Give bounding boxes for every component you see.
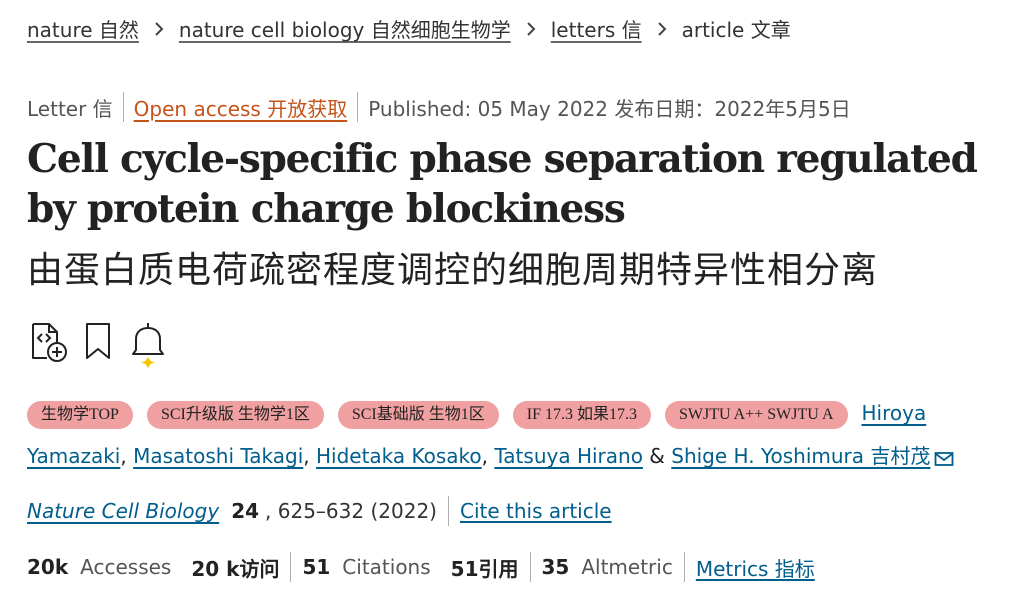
impact-factor-badge: IF 17.3 如果17.3: [512, 400, 651, 429]
divider: [290, 552, 292, 582]
article-type: Letter 信: [27, 96, 113, 121]
chevron-right-icon: [511, 18, 551, 39]
article-header: nature 自然 nature cell biology 自然细胞生物学 le…: [0, 0, 1035, 609]
author-link[interactable]: Hidetaka Kosako: [316, 444, 482, 468]
rank-badge: SCI升级版 生物学1区: [146, 400, 324, 429]
divider: [447, 496, 449, 526]
breadcrumb-letters[interactable]: letters 信: [551, 14, 642, 43]
divider: [122, 92, 124, 122]
accesses-translation: 20 k访问: [191, 556, 280, 581]
journal-link[interactable]: Nature Cell Biology: [27, 499, 219, 523]
chevron-right-icon: [642, 18, 682, 39]
chevron-right-icon: [139, 18, 179, 39]
metrics-row: 20k Accesses 20 k访问 51 Citations 51引用 35…: [27, 552, 815, 582]
author-separator: ,: [120, 444, 134, 468]
divider: [529, 552, 531, 582]
code-download-icon[interactable]: [27, 320, 71, 364]
rank-badge: SCI基础版 生物1区: [337, 400, 499, 429]
accesses-label: Accesses: [80, 555, 172, 579]
breadcrumb-current: article 文章: [681, 18, 791, 42]
author-separator: &: [642, 444, 672, 468]
volume: 24: [231, 499, 260, 523]
citations-translation: 51引用: [450, 556, 519, 581]
article-actions: [27, 320, 177, 368]
bookmark-icon[interactable]: [77, 320, 121, 364]
open-access-link[interactable]: Open access 开放获取: [134, 93, 348, 122]
author-separator: ,: [303, 444, 316, 468]
breadcrumb: nature 自然 nature cell biology 自然细胞生物学 le…: [27, 14, 791, 43]
citations-label: Citations: [342, 555, 431, 579]
article-meta: Letter 信 Open access 开放获取 Published: 05 …: [27, 92, 851, 122]
article-title-translation: 由蛋白质电荷疏密程度调控的细胞周期特异性相分离: [27, 250, 879, 291]
pages: , 625–632 (2022): [265, 499, 437, 523]
mail-icon[interactable]: [934, 439, 954, 482]
citation-row: Nature Cell Biology 24 , 625–632 (2022) …: [27, 496, 612, 526]
published-date: Published: 05 May 2022 发布日期：2022年5月5日: [368, 96, 851, 121]
authors-block: 生物学TOP SCI升级版 生物学1区 SCI基础版 生物1区 IF 17.3 如果1…: [27, 392, 1017, 482]
divider: [683, 552, 685, 582]
author-link[interactable]: Shige H. Yoshimura 吉村茂: [671, 444, 930, 468]
author-link[interactable]: Tatsuya Hirano: [494, 444, 643, 468]
accesses-value: 20k: [27, 555, 69, 579]
altmetric-value: 35: [541, 555, 570, 579]
breadcrumb-nature-cell-biology[interactable]: nature cell biology 自然细胞生物学: [179, 14, 511, 43]
citations-value: 51: [302, 555, 331, 579]
author-separator: ,: [481, 444, 495, 468]
divider: [357, 92, 359, 122]
article-title: Cell cycle-specific phase separation reg…: [27, 136, 978, 232]
bell-alert-icon[interactable]: [127, 320, 171, 368]
cite-this-article-link[interactable]: Cite this article: [460, 499, 612, 523]
altmetric-label: Altmetric: [581, 555, 673, 579]
metrics-link[interactable]: Metrics 指标: [696, 553, 815, 582]
author-link[interactable]: Masatoshi Takagi: [133, 444, 303, 468]
rank-badge: SWJTU A++ SWJTU A: [665, 400, 848, 429]
breadcrumb-nature[interactable]: nature 自然: [27, 14, 139, 43]
rank-badge: 生物学TOP: [27, 400, 133, 429]
